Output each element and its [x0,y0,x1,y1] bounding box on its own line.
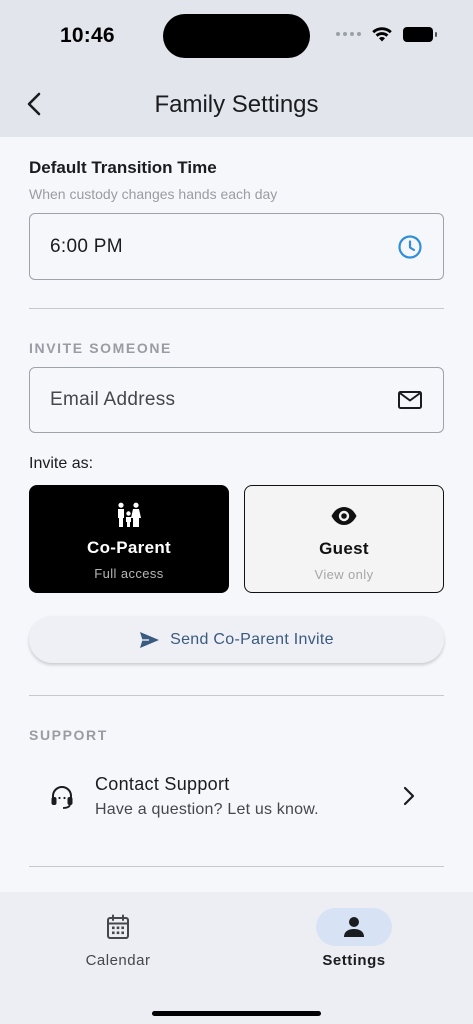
person-icon [316,908,392,946]
chevron-right-icon [402,785,416,812]
battery-icon [403,26,437,42]
transition-time-subtitle: When custody changes hands each day [29,186,278,202]
status-time: 10:46 [60,24,115,47]
transition-time-field[interactable]: 6:00 PM [29,213,444,280]
divider [29,866,444,867]
role-description: View only [314,567,374,582]
app-bar: Family Settings [0,72,473,137]
dynamic-island [163,14,310,58]
invite-section-label: INVITE SOMEONE [29,340,172,356]
wifi-icon [372,27,392,42]
send-icon [140,631,160,648]
status-icons [336,26,437,42]
nav-label: Settings [322,952,386,969]
cellular-signal-icon [336,32,361,36]
eye-icon [330,502,358,530]
nav-item-settings[interactable]: Settings [284,908,424,969]
mail-icon [397,387,423,413]
role-card-guest[interactable]: Guest View only [244,485,444,593]
contact-support-title: Contact Support [95,774,230,794]
send-invite-label: Send Co-Parent Invite [170,630,334,648]
divider [29,695,444,696]
nav-item-calendar[interactable]: Calendar [48,908,188,969]
role-card-co-parent[interactable]: Co-Parent Full access [29,485,229,593]
email-input[interactable] [50,389,397,411]
support-section-label: SUPPORT [29,727,108,743]
role-name: Co-Parent [87,538,171,557]
role-name: Guest [319,539,369,558]
transition-time-title: Default Transition Time [29,158,217,177]
nav-label: Calendar [85,952,151,969]
calendar-icon [80,908,156,946]
role-description: Full access [94,566,164,581]
home-indicator [152,1011,321,1016]
email-field[interactable] [29,367,444,433]
bottom-navigation: Calendar Settings [0,892,473,1024]
page-title: Family Settings [154,91,319,118]
contact-support-subtitle: Have a question? Let us know. [95,801,319,818]
contact-support-item[interactable]: Contact Support Have a question? Let us … [29,770,444,824]
send-invite-button[interactable]: Send Co-Parent Invite [29,616,444,663]
clock-icon[interactable] [397,234,423,260]
headset-icon [49,784,75,815]
invite-as-label: Invite as: [29,455,94,472]
family-icon [115,501,143,529]
status-bar: 10:46 [0,0,473,72]
divider [29,308,444,309]
transition-time-value: 6:00 PM [50,235,123,257]
